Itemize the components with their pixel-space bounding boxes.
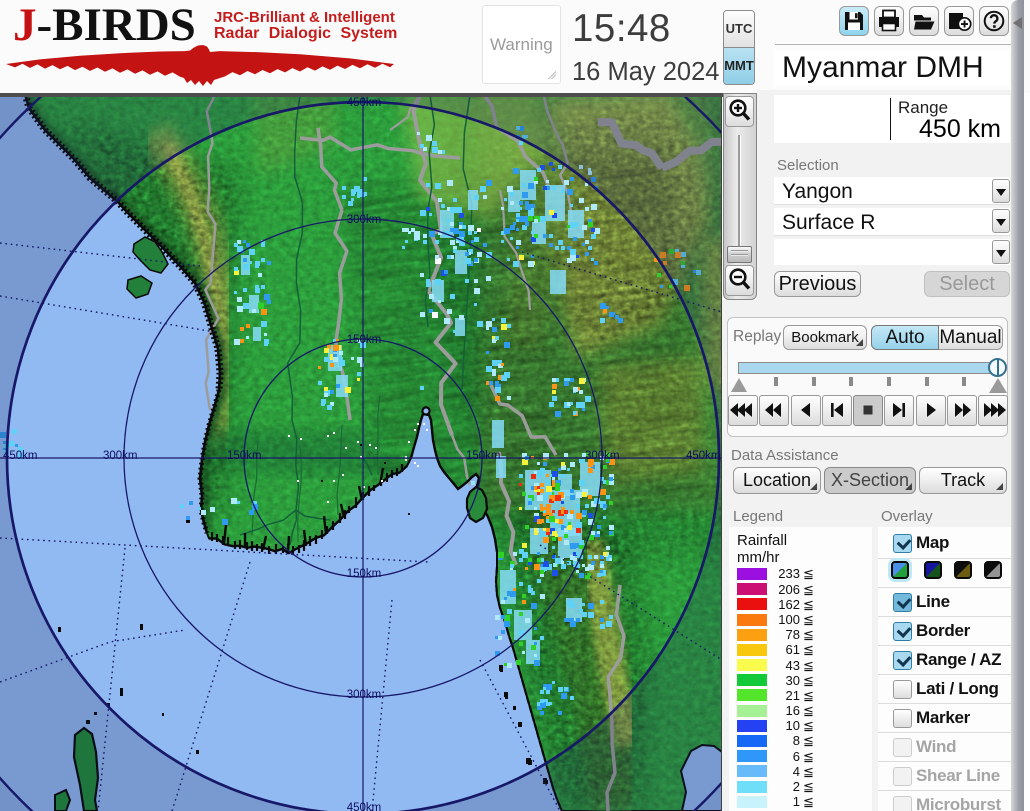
svg-text:450km: 450km [347,802,382,811]
svg-text:150km: 150km [227,450,262,462]
svg-text:150km: 150km [347,568,382,580]
svg-text:150km: 150km [466,450,501,462]
svg-text:300km: 300km [347,214,382,226]
svg-text:450km: 450km [686,450,721,462]
svg-text:300km: 300km [103,450,138,462]
svg-text:150km: 150km [347,334,382,346]
svg-text:450km: 450km [347,97,382,109]
svg-text:450km: 450km [3,450,38,462]
svg-text:300km: 300km [585,450,620,462]
svg-text:300km: 300km [347,689,382,701]
